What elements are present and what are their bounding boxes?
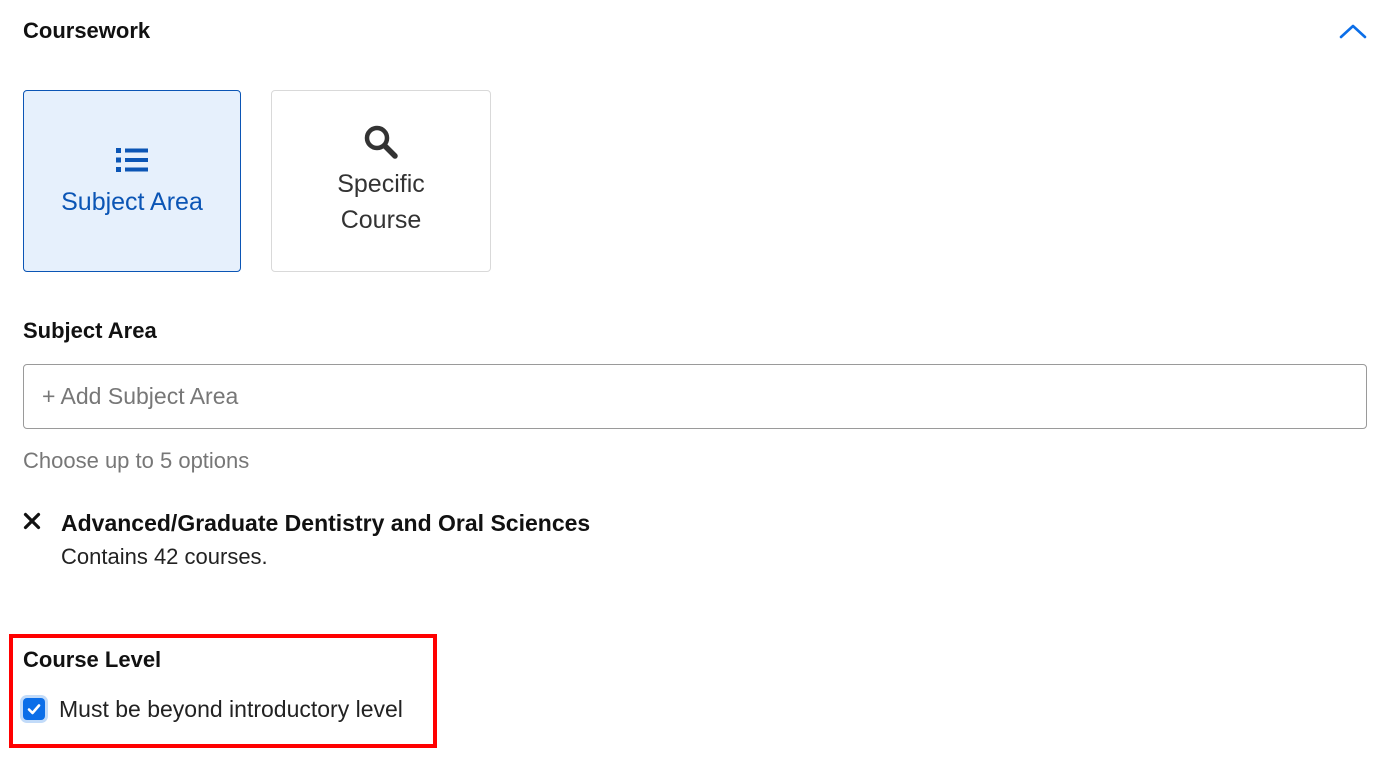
specific-course-card-label: Specific Course	[337, 170, 425, 234]
introductory-level-checkbox-label: Must be beyond introductory level	[59, 695, 403, 722]
remove-subject-button[interactable]	[23, 512, 41, 530]
list-icon	[116, 148, 148, 172]
subject-area-card-label: Subject Area	[61, 188, 203, 216]
subject-area-input-box[interactable]	[23, 364, 1367, 429]
chevron-up-icon	[1339, 24, 1367, 39]
course-level-label: Course Level	[23, 647, 162, 672]
section-header: Coursework	[23, 14, 1368, 50]
introductory-level-checkbox-row[interactable]: Must be beyond introductory level	[23, 694, 403, 724]
specific-course-card[interactable]: Specific Course	[271, 90, 491, 272]
collapse-button[interactable]	[1338, 18, 1368, 44]
selected-subject-course-count: Contains 42 courses.	[61, 544, 268, 569]
introductory-level-checkbox[interactable]	[23, 698, 45, 720]
subject-area-help-text: Choose up to 5 options	[23, 448, 250, 473]
search-icon	[364, 125, 398, 159]
coursework-panel: Coursework Subject Area Specific Course …	[0, 0, 1382, 770]
checkmark-icon	[27, 704, 41, 715]
subject-area-card[interactable]: Subject Area	[23, 90, 241, 272]
selected-subject-item: Advanced/Graduate Dentistry and Oral Sci…	[23, 508, 923, 578]
close-icon	[23, 512, 41, 530]
subject-area-input[interactable]	[24, 365, 1366, 428]
section-title: Coursework	[23, 18, 151, 43]
selected-subject-title: Advanced/Graduate Dentistry and Oral Sci…	[61, 510, 591, 536]
subject-area-label: Subject Area	[23, 318, 157, 343]
